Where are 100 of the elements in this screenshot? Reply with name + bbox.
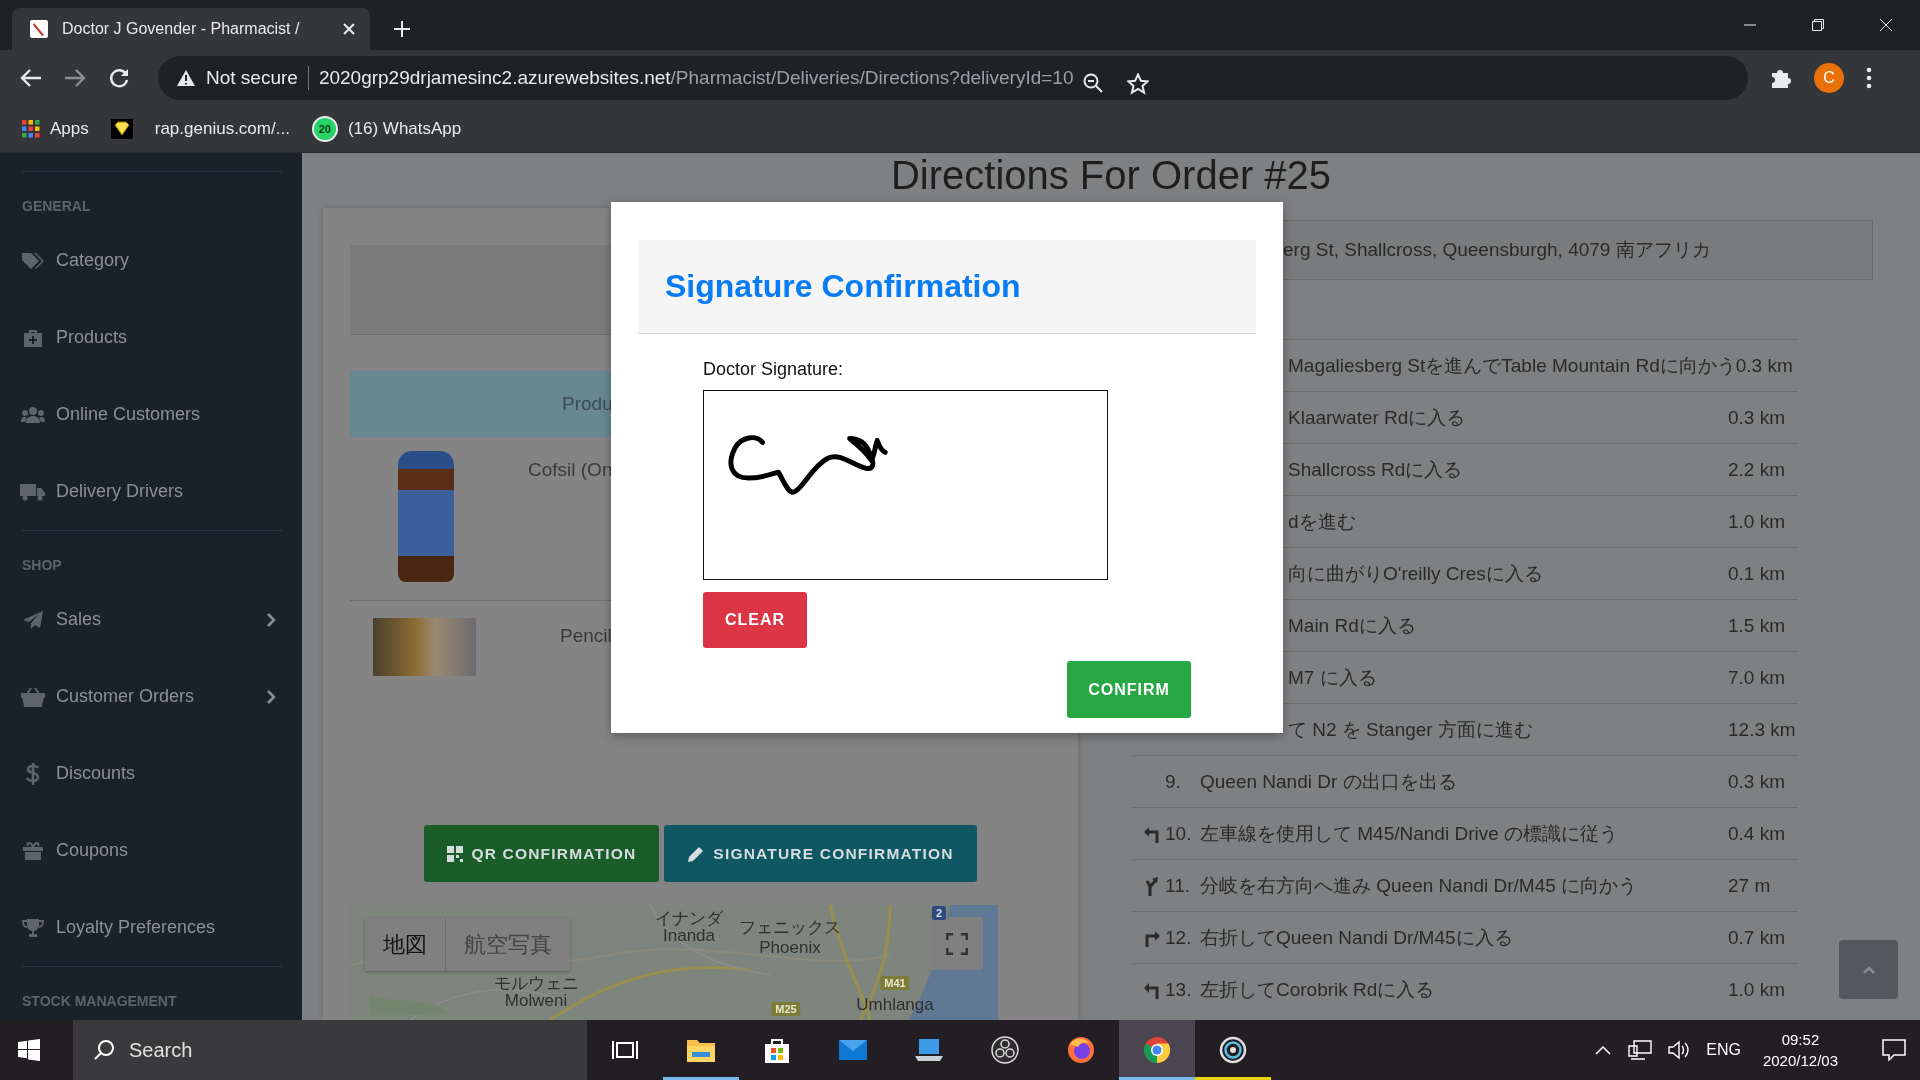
direction-step: Queen Nandi Dr の出口を出る	[1200, 770, 1457, 792]
section-heading: STOCK MANAGEMENT	[22, 992, 178, 1011]
sidebar-item[interactable]: Delivery Drivers	[22, 453, 282, 530]
envelope-icon[interactable]	[838, 1038, 868, 1062]
firefox-icon[interactable]	[1067, 1036, 1095, 1064]
medical-kit-icon	[22, 327, 44, 348]
map-place-label: Inanda	[663, 926, 715, 946]
direction-step: て N2 を Stanger 方面に進む	[1288, 718, 1533, 740]
zoom-icon[interactable]	[1083, 72, 1104, 93]
sidebar-item[interactable]: Products	[22, 299, 282, 376]
dollar-icon	[26, 762, 40, 785]
step-number: 9.	[1165, 770, 1181, 792]
shopping-bag-icon[interactable]	[763, 1036, 791, 1064]
direction-step: 向に曲がりO'reilly Cresに入る	[1288, 562, 1543, 584]
sidebar-item[interactable]: Coupons	[22, 812, 282, 889]
direction-step: Main Rdに入る	[1288, 614, 1416, 636]
direction-step: 分岐を右方向へ進み Queen Nandi Dr/M45 に向かう	[1200, 874, 1638, 896]
map-place-label: モルウェニ	[493, 972, 579, 994]
reload-icon[interactable]	[108, 66, 130, 89]
fullscreen-button[interactable]	[930, 917, 983, 970]
direction-step: M7 に入る	[1288, 666, 1377, 688]
sidebar-item[interactable]: Loyalty Preferences	[22, 889, 282, 966]
sidebar-item[interactable]: Customer Orders	[22, 658, 282, 735]
laptop-icon[interactable]	[914, 1037, 944, 1063]
search-field[interactable]: Search	[73, 1020, 587, 1080]
sidebar-item[interactable]: Sales	[22, 581, 282, 658]
notification-icon[interactable]	[1882, 1039, 1906, 1061]
chevron-right-icon	[266, 688, 276, 705]
basket-icon	[21, 686, 45, 707]
qr-code-icon	[447, 845, 464, 862]
speaker-icon[interactable]	[1668, 1040, 1691, 1060]
road-shield: 2	[931, 906, 947, 920]
task-view-icon[interactable]	[612, 1039, 638, 1061]
direction-step: 左折してCorobrik Rdに入る	[1200, 978, 1435, 1000]
favicon-icon	[30, 20, 48, 38]
plus-icon[interactable]	[392, 19, 412, 39]
step-distance: 0.1 km	[1728, 562, 1786, 584]
bookmark-link[interactable]: rap.genius.com/...	[154, 118, 290, 139]
chevron-up-icon[interactable]	[1594, 1044, 1613, 1056]
step-number: 12.	[1165, 926, 1192, 948]
browser-tab[interactable]: Doctor J Govender - Pharmacist /	[12, 8, 370, 50]
step-number: 13.	[1165, 978, 1192, 1000]
signature-confirmation-button[interactable]: SIGNATURE CONFIRMATION	[664, 825, 977, 882]
map-place-label: フェニックス	[739, 916, 841, 939]
page-title: Directions For Order #25	[890, 153, 1332, 197]
step-number: 10.	[1165, 822, 1192, 844]
clock-time[interactable]: 09:52	[1781, 1029, 1820, 1050]
turn-right-arrow-icon	[1143, 928, 1161, 947]
forward-arrow-icon[interactable]	[64, 67, 86, 88]
fullscreen-icon	[945, 932, 968, 955]
fork-right-arrow-icon	[1143, 875, 1161, 896]
menu-icon[interactable]	[1866, 66, 1872, 89]
spiral-icon[interactable]	[1219, 1036, 1247, 1064]
map-type-tab[interactable]: 地図	[365, 918, 445, 971]
step-distance: 27 m	[1728, 874, 1771, 896]
bookmark-link[interactable]: Apps	[50, 118, 89, 139]
close-icon[interactable]	[342, 22, 356, 36]
network-icon[interactable]	[1628, 1040, 1653, 1060]
users-icon	[21, 405, 45, 424]
road-shield: M25	[771, 1002, 801, 1016]
clear-button[interactable]: CLEAR	[703, 592, 807, 648]
gift-icon	[22, 840, 44, 861]
sidebar-item[interactable]: Discounts	[22, 735, 282, 812]
sidebar-item[interactable]: Online Customers	[22, 376, 282, 453]
confirm-button[interactable]: CONFIRM	[1067, 661, 1191, 718]
address-bar[interactable]: Not secure 2020grp29drjamesinc2.azurewebsites.net/Pharmacist/Deliveries/Directions?deliveryId=10	[158, 55, 1748, 100]
chevron-up-icon	[1861, 964, 1876, 975]
apps-grid-icon	[22, 119, 40, 138]
warning-icon	[176, 68, 196, 87]
qr-confirmation-button[interactable]: QR CONFIRMATION	[424, 825, 660, 882]
folder-icon[interactable]	[686, 1037, 716, 1063]
whatsapp-badge: 20	[311, 115, 338, 142]
chevron-right-icon	[266, 611, 276, 628]
map-place-label: イナンダ	[655, 907, 723, 929]
language-indicator[interactable]: ENG	[1706, 1041, 1741, 1059]
back-arrow-icon[interactable]	[20, 67, 42, 88]
star-icon[interactable]	[1127, 72, 1150, 95]
map-place-label: Umhlanga	[856, 995, 934, 1015]
windows-logo-icon[interactable]	[18, 1039, 40, 1061]
restore-icon[interactable]	[1811, 18, 1825, 32]
column-header: Produ	[562, 393, 613, 415]
step-distance: 0.3 km	[1728, 406, 1786, 428]
field-label: Doctor Signature:	[703, 359, 844, 380]
bookmark-link[interactable]: (16) WhatsApp	[347, 118, 462, 139]
direction-step: dを進む	[1288, 510, 1356, 532]
profile-avatar[interactable]: C	[1814, 62, 1844, 93]
close-icon[interactable]	[1879, 18, 1893, 32]
signature-pad[interactable]	[703, 390, 1108, 580]
map-place-label: Molweni	[504, 991, 568, 1011]
step-distance: 0.4 km	[1728, 822, 1786, 844]
dialog-title: Signature Confirmation	[665, 268, 1021, 305]
step-distance: 1.0 km	[1728, 510, 1786, 532]
step-distance: 1.0 km	[1728, 978, 1786, 1000]
tag-icon	[21, 250, 45, 271]
obs-icon[interactable]	[991, 1036, 1019, 1064]
chrome-icon[interactable]	[1143, 1036, 1171, 1064]
direction-step: Klaarwater Rdに入る	[1288, 406, 1466, 428]
sidebar-item[interactable]: Category	[22, 222, 282, 299]
step-distance: 7.0 km	[1728, 666, 1786, 688]
clock-date[interactable]: 2020/12/03	[1762, 1050, 1838, 1071]
